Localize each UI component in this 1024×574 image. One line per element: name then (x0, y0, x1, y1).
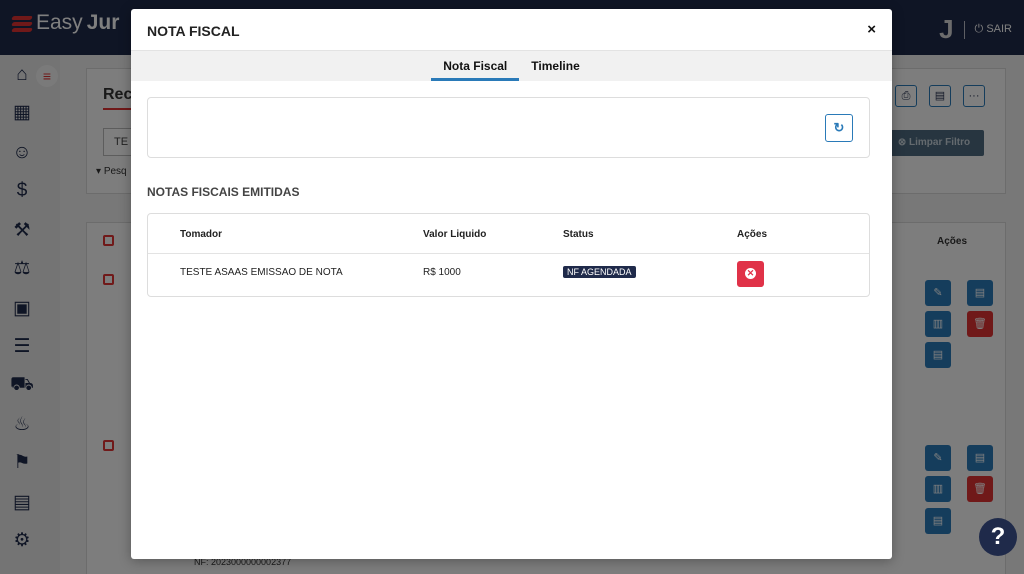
cell-valor: R$ 1000 (423, 267, 461, 278)
column-header-status: Status (563, 229, 594, 240)
cancel-invoice-button[interactable]: ✕ (737, 261, 764, 287)
column-header-tomador: Tomador (180, 229, 223, 240)
tab-nota-fiscal[interactable]: Nota Fiscal (431, 51, 520, 81)
modal-header: NOTA FISCAL × (131, 9, 892, 51)
close-icon[interactable]: × (867, 21, 876, 38)
modal-tabs: Nota Fiscal Timeline (131, 51, 892, 81)
cell-tomador: TESTE ASAAS EMISSAO DE NOTA (180, 267, 343, 278)
row-divider (148, 253, 869, 254)
invoices-table: Tomador Valor Liquido Status Ações TESTE… (147, 213, 870, 297)
section-title: NOTAS FISCAIS EMITIDAS (147, 185, 300, 199)
status-badge: NF AGENDADA (563, 266, 636, 278)
tab-timeline[interactable]: Timeline (519, 51, 591, 81)
nota-fiscal-modal: NOTA FISCAL × Nota Fiscal Timeline ↻ NOT… (131, 9, 892, 559)
close-circle-icon: ✕ (745, 267, 756, 279)
refresh-icon[interactable]: ↻ (825, 114, 853, 142)
column-header-valor: Valor Liquido (423, 229, 487, 240)
help-button[interactable]: ? (979, 518, 1017, 556)
refresh-panel: ↻ (147, 97, 870, 158)
modal-title: NOTA FISCAL (147, 23, 240, 39)
column-header-acoes: Ações (737, 229, 768, 240)
